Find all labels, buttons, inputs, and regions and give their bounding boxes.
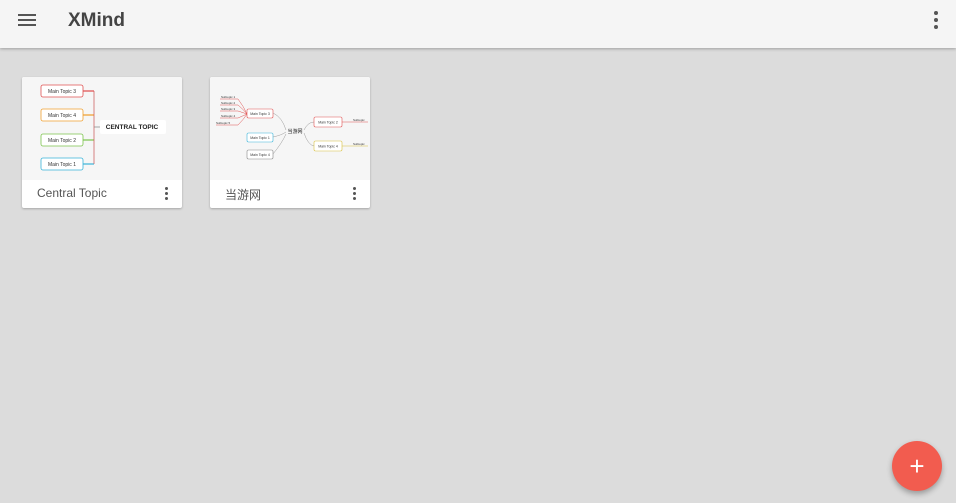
thumb-subtopic: Subtopic 4: [221, 114, 236, 118]
file-card-dangyouwang[interactable]: Subtopic 1 Subtopic 2 Subtopic 3 Subtopi…: [210, 77, 370, 208]
thumb-topic: Main Topic 1: [48, 162, 76, 168]
menu-button[interactable]: [14, 8, 42, 32]
card-overflow-button[interactable]: [162, 185, 170, 201]
mindmap-preview: Subtopic 1 Subtopic 2 Subtopic 3 Subtopi…: [216, 95, 368, 160]
hamburger-menu-icon: [18, 14, 36, 16]
card-title: 当游网: [225, 188, 262, 202]
mindmap-thumbnail: Subtopic 1 Subtopic 2 Subtopic 3 Subtopi…: [210, 77, 370, 180]
thumb-subtopic: Subtopic 3: [221, 107, 236, 111]
app-bar: XMind: [0, 0, 956, 48]
app-title: XMind: [68, 10, 125, 31]
more-vertical-icon: [934, 11, 938, 15]
thumb-topic: Main Topic 2: [48, 138, 76, 144]
thumb-topic: Main Topic 4: [250, 153, 270, 157]
thumb-topic: Main Topic 3: [48, 89, 76, 95]
thumb-topic: Main Topic 1: [250, 136, 270, 140]
thumb-subtopic: Subtopic: [353, 142, 365, 146]
thumb-central-topic: CENTRAL TOPIC: [106, 124, 159, 131]
mindmap-thumbnail: Main Topic 3 Main Topic 4 Main Topic 2 M…: [22, 77, 182, 180]
card-overflow-button[interactable]: [350, 185, 358, 201]
thumb-subtopic: Subtopic 1: [221, 95, 236, 99]
plus-icon: +: [909, 451, 925, 481]
thumb-subtopic: Subtopic: [353, 118, 365, 122]
more-vertical-icon: [352, 186, 356, 190]
thumb-topic: Main Topic 4: [318, 145, 338, 149]
add-file-fab[interactable]: +: [892, 441, 942, 491]
file-card-central-topic[interactable]: Main Topic 3 Main Topic 4 Main Topic 2 M…: [22, 77, 182, 208]
thumb-topic: Main Topic 4: [48, 113, 76, 119]
card-title: Central Topic: [37, 186, 107, 200]
thumb-subtopic: Subtopic 5: [216, 121, 231, 125]
thumb-topic: Main Topic 2: [318, 121, 338, 125]
thumb-subtopic: Subtopic 2: [221, 101, 236, 105]
overflow-menu-button[interactable]: [928, 10, 944, 30]
thumb-topic: Main Topic 3: [250, 112, 270, 116]
mindmap-preview: Main Topic 3 Main Topic 4 Main Topic 2 M…: [40, 84, 166, 171]
thumb-central-topic: 当游网: [287, 128, 302, 135]
more-vertical-icon: [164, 186, 168, 190]
